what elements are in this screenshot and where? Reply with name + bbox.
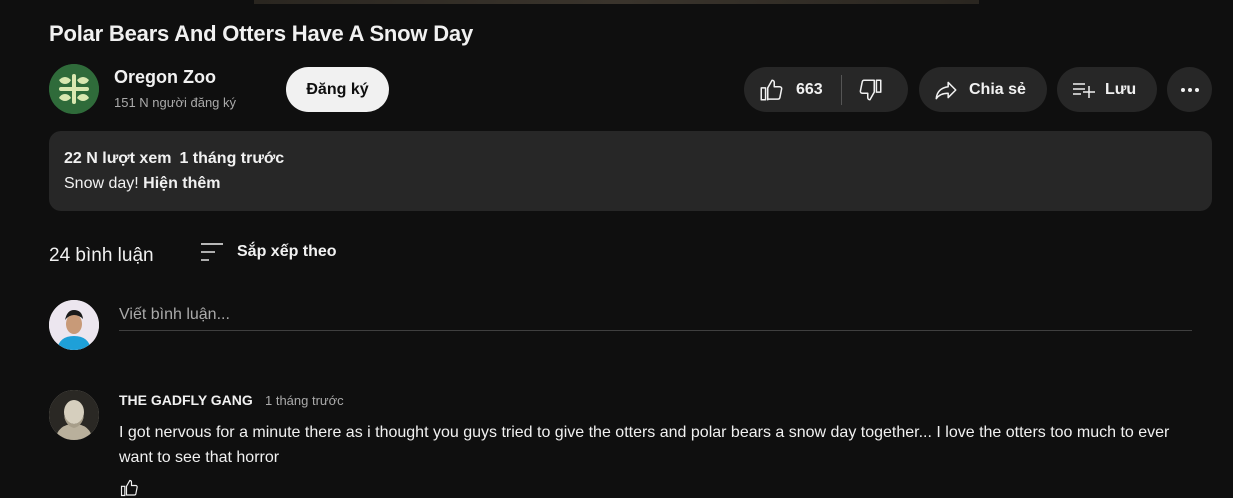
user-photo-icon bbox=[49, 300, 99, 350]
share-label: Chia sẻ bbox=[969, 80, 1026, 98]
upload-date: 1 tháng trước bbox=[179, 150, 285, 167]
sort-label: Sắp xếp theo bbox=[237, 243, 337, 260]
video-player-edge[interactable] bbox=[254, 0, 979, 4]
comment-author[interactable]: THE GADFLY GANG bbox=[119, 392, 253, 408]
view-count: 22 N lượt xem bbox=[64, 150, 172, 167]
channel-avatar[interactable] bbox=[49, 64, 99, 114]
description-meta: 22 N lượt xem 1 tháng trước bbox=[64, 150, 284, 168]
like-button[interactable]: 663 bbox=[744, 67, 823, 112]
show-more-link[interactable]: Hiện thêm bbox=[143, 175, 220, 192]
subscriber-count: 151 N người đăng ký bbox=[114, 95, 237, 110]
comment-input[interactable] bbox=[119, 300, 1192, 331]
statue-bust-icon bbox=[49, 390, 99, 440]
save-button[interactable]: Lưu bbox=[1057, 67, 1157, 112]
more-actions-button[interactable] bbox=[1167, 67, 1212, 112]
save-label: Lưu bbox=[1105, 80, 1137, 98]
current-user-avatar[interactable] bbox=[49, 300, 99, 350]
comment-author-avatar[interactable] bbox=[49, 390, 99, 440]
share-arrow-icon bbox=[935, 81, 957, 99]
like-dislike-group: 663 bbox=[744, 67, 908, 112]
description-text: Snow day! bbox=[64, 175, 139, 192]
comment-actions bbox=[119, 478, 139, 498]
like-count: 663 bbox=[796, 80, 823, 98]
comment-time[interactable]: 1 tháng trước bbox=[265, 393, 344, 408]
oregon-zoo-logo-icon bbox=[49, 64, 99, 114]
channel-name[interactable]: Oregon Zoo bbox=[114, 67, 216, 88]
video-title: Polar Bears And Otters Have A Snow Day bbox=[49, 21, 473, 46]
description-text-line: Snow day! Hiện thêm bbox=[64, 175, 221, 193]
sort-comments-button[interactable]: Sắp xếp theo bbox=[199, 240, 337, 264]
comment-count: 24 bình luận bbox=[49, 245, 154, 266]
subscribe-button[interactable]: Đăng ký bbox=[286, 67, 389, 112]
thumbs-down-icon bbox=[859, 78, 882, 101]
share-button[interactable]: Chia sẻ bbox=[919, 67, 1047, 112]
description-box[interactable]: 22 N lượt xem 1 tháng trước Snow day! Hiệ… bbox=[49, 131, 1212, 211]
dislike-button[interactable] bbox=[842, 67, 884, 112]
comment-like-icon[interactable] bbox=[119, 478, 139, 498]
more-horizontal-icon bbox=[1180, 87, 1199, 92]
thumbs-up-icon bbox=[760, 78, 783, 101]
comment-text: I got nervous for a minute there as i th… bbox=[119, 424, 1170, 466]
playlist-add-icon bbox=[1073, 82, 1095, 98]
sort-icon bbox=[201, 243, 223, 261]
